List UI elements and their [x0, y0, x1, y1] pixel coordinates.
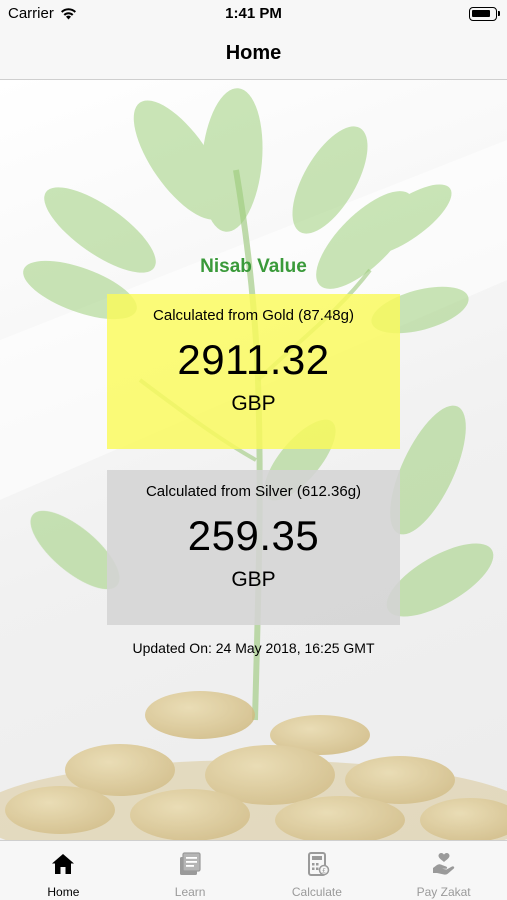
- nisab-value-heading: Nisab Value: [200, 256, 307, 277]
- status-time: 1:41 PM: [225, 5, 282, 22]
- home-content: Nisab Value Calculated from Gold (87.48g…: [0, 80, 507, 840]
- gold-nisab-currency: GBP: [231, 392, 276, 415]
- gold-nisab-value: 2911.32: [177, 336, 330, 383]
- tab-learn[interactable]: Learn: [127, 841, 254, 900]
- calculator-icon: £: [307, 852, 330, 876]
- updated-timestamp: Updated On: 24 May 2018, 16:25 GMT: [132, 640, 375, 656]
- tab-learn-label: Learn: [174, 885, 206, 899]
- svg-text:£: £: [322, 867, 326, 875]
- silver-nisab-currency: GBP: [231, 568, 276, 591]
- tab-pay-zakat-label: Pay Zakat: [416, 885, 471, 899]
- book-icon: [180, 852, 201, 875]
- hand-heart-icon: [432, 853, 454, 875]
- tab-calculate[interactable]: £ Calculate: [254, 841, 381, 900]
- silver-nisab-card: Calculated from Silver (612.36g) 259.35 …: [107, 470, 400, 625]
- tab-pay-zakat[interactable]: Pay Zakat: [380, 841, 507, 900]
- tab-calculate-label: Calculate: [291, 885, 342, 899]
- gold-nisab-card: Calculated from Gold (87.48g) 2911.32 GB…: [107, 294, 400, 449]
- tab-home-label: Home: [47, 885, 80, 899]
- status-bar: Carrier 1:41 PM: [0, 0, 507, 30]
- navigation-bar: Home: [0, 30, 507, 80]
- plant-coins-background-image: [0, 88, 507, 840]
- silver-nisab-value: 259.35: [187, 512, 320, 559]
- page-title: Home: [225, 42, 282, 64]
- battery-icon: [469, 7, 500, 21]
- tab-home[interactable]: Home: [0, 841, 127, 900]
- gold-nisab-label: Calculated from Gold (87.48g): [153, 307, 354, 324]
- tab-bar: Home Learn £ Calculate Pay Zakat: [0, 840, 507, 900]
- silver-nisab-label: Calculated from Silver (612.36g): [145, 483, 362, 500]
- home-icon: [52, 854, 75, 874]
